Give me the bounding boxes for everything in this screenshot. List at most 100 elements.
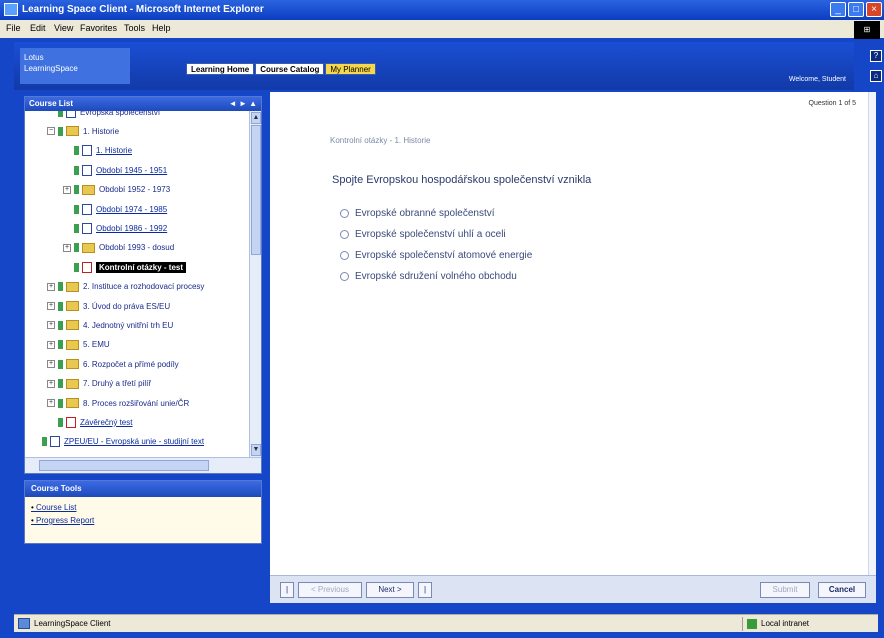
tab-course-catalog[interactable]: Course Catalog — [255, 63, 325, 75]
course-tools-panel: Course Tools Course List Progress Report — [24, 480, 262, 544]
tree-item-label[interactable]: 1. Historie — [96, 146, 132, 155]
expand-icon[interactable]: + — [63, 185, 71, 194]
expand-icon[interactable]: + — [63, 243, 71, 252]
next-button[interactable]: Next > — [366, 582, 414, 598]
welcome-text: Welcome, Student — [788, 76, 846, 83]
security-zone: Local intranet — [742, 617, 822, 631]
panel-controls[interactable]: ◄ ► ▲ — [229, 97, 257, 111]
scroll-down-arrow-icon[interactable]: ▼ — [251, 444, 261, 456]
horizontal-scrollbar[interactable] — [25, 457, 261, 473]
status-indicator-icon — [58, 340, 63, 350]
tree-item[interactable]: Kontrolní otázky - test — [63, 258, 187, 276]
cancel-button[interactable]: Cancel — [818, 582, 866, 598]
tree-item[interactable]: 1. Historie — [63, 142, 132, 160]
radio-button[interactable] — [340, 230, 349, 239]
tree-item[interactable]: Období 1974 - 1985 — [63, 200, 167, 218]
help-icon[interactable]: ? — [870, 50, 882, 62]
answer-option[interactable]: Evropské obranné společenství — [340, 208, 495, 219]
tree-item-label[interactable]: Závěrečný test — [80, 418, 132, 427]
tree-item[interactable]: + Období 1993 - dosud — [63, 239, 174, 257]
tree-item-label[interactable]: Období 1993 - dosud — [99, 243, 174, 252]
expand-icon[interactable]: + — [47, 360, 55, 369]
tree-item-label[interactable]: 6. Rozpočet a přímé podíly — [83, 360, 179, 369]
answer-option[interactable]: Evropské společenství atomové energie — [340, 250, 532, 261]
folder-icon — [82, 184, 95, 195]
tree-item[interactable]: Období 1945 - 1951 — [63, 161, 167, 179]
logo-line-1: Lotus — [24, 53, 44, 62]
status-indicator-icon — [58, 301, 63, 311]
vertical-scrollbar[interactable]: ▲ ▼ — [249, 111, 261, 457]
tree-item-label[interactable]: 1. Historie — [83, 127, 119, 136]
tree-item-label[interactable]: Období 1974 - 1985 — [96, 205, 167, 214]
expand-icon[interactable]: + — [47, 302, 55, 310]
tree-item[interactable]: +2. Instituce a rozhodovací procesy — [47, 278, 204, 296]
radio-button[interactable] — [340, 251, 349, 260]
tree-item-label[interactable]: 8. Proces rozšiřování unie/ČR — [83, 399, 189, 408]
expand-icon[interactable]: + — [47, 340, 55, 349]
tree-item-label[interactable]: Období 1945 - 1951 — [96, 166, 167, 175]
tree-item-label[interactable]: 4. Jednotný vnitřní trh EU — [83, 321, 173, 330]
last-page-icon[interactable]: | — [418, 582, 432, 598]
tree-item[interactable]: +5. EMU — [47, 336, 110, 354]
expand-icon[interactable]: + — [47, 282, 55, 291]
expand-icon[interactable]: + — [47, 379, 55, 388]
menu-help[interactable]: Help — [152, 23, 171, 33]
menu-view[interactable]: View — [54, 23, 73, 33]
tree-item[interactable]: Evropská společenství — [47, 111, 160, 121]
previous-button[interactable]: < Previous — [298, 582, 362, 598]
tab-learning-home[interactable]: Learning Home — [186, 63, 255, 75]
tree-item[interactable]: ZPEU/EU - Evropská unie - studijní text — [31, 433, 204, 451]
tree-item[interactable]: +8. Proces rozšiřování unie/ČR — [47, 394, 189, 412]
tree-item-label[interactable]: 3. Úvod do práva ES/EU — [83, 302, 170, 311]
course-list-link[interactable]: Course List — [31, 501, 255, 514]
tree-item-label[interactable]: Období 1986 - 1992 — [96, 224, 167, 233]
folder-icon — [66, 378, 79, 389]
tree-item[interactable]: +7. Druhý a třetí pilíř — [47, 375, 151, 393]
submit-button[interactable]: Submit — [760, 582, 810, 598]
question-number: Question 1 of 5 — [808, 100, 856, 107]
course-list-header: Course List ◄ ► ▲ — [25, 97, 261, 111]
title-bar: Learning Space Client - Microsoft Intern… — [0, 0, 884, 20]
tree-item-label[interactable]: 5. EMU — [83, 340, 110, 349]
tree-item[interactable]: Závěrečný test — [47, 413, 132, 431]
tree-item-label[interactable]: 7. Druhý a třetí pilíř — [83, 379, 151, 388]
maximize-button[interactable]: □ — [848, 2, 864, 17]
status-indicator-icon — [74, 185, 79, 195]
menu-tools[interactable]: Tools — [124, 23, 145, 33]
status-indicator-icon — [74, 243, 79, 253]
tree-item-label[interactable]: Období 1952 - 1973 — [99, 185, 170, 194]
collapse-icon[interactable]: − — [47, 127, 55, 136]
progress-report-link[interactable]: Progress Report — [31, 514, 255, 527]
content-scrollbar[interactable] — [868, 92, 876, 582]
tree-item[interactable]: − 1. Historie — [47, 122, 119, 140]
tree-item-label[interactable]: Kontrolní otázky - test — [96, 261, 187, 273]
minimize-button[interactable]: _ — [830, 2, 846, 17]
tree-item[interactable]: +3. Úvod do práva ES/EU — [47, 297, 170, 315]
close-button[interactable]: × — [866, 2, 882, 17]
tree-item-label[interactable]: ZPEU/EU - Evropská unie - studijní text — [64, 437, 204, 446]
answer-label: Evropské obranné společenství — [355, 208, 495, 219]
tree-item-label[interactable]: Evropská společenství — [80, 111, 160, 117]
answer-option[interactable]: Evropské sdružení volného obchodu — [340, 271, 517, 282]
course-list-panel: Course List ◄ ► ▲ Evropská společenství −… — [24, 96, 262, 474]
tab-my-planner[interactable]: My Planner — [325, 63, 376, 75]
hscroll-thumb[interactable] — [39, 460, 209, 471]
radio-button[interactable] — [340, 209, 349, 218]
tree-item[interactable]: +4. Jednotný vnitřní trh EU — [47, 316, 173, 334]
expand-icon[interactable]: + — [47, 399, 55, 407]
answer-option[interactable]: Evropské společenství uhlí a oceli — [340, 229, 506, 240]
scroll-up-arrow-icon[interactable]: ▲ — [251, 112, 261, 124]
tree-item[interactable]: + Období 1952 - 1973 — [63, 181, 170, 199]
menu-favorites[interactable]: Favorites — [80, 23, 117, 33]
home-icon[interactable]: ⌂ — [870, 70, 882, 82]
tree-item[interactable]: Období 1986 - 1992 — [63, 219, 167, 237]
course-list-title: Course List — [29, 99, 74, 108]
expand-icon[interactable]: + — [47, 321, 55, 330]
tree-item-label[interactable]: 2. Instituce a rozhodovací procesy — [83, 282, 204, 291]
first-page-icon[interactable]: | — [280, 582, 294, 598]
radio-button[interactable] — [340, 272, 349, 281]
menu-edit[interactable]: Edit — [30, 23, 46, 33]
tree-item[interactable]: +6. Rozpočet a přímé podíly — [47, 355, 179, 373]
scroll-thumb[interactable] — [251, 125, 261, 255]
menu-file[interactable]: File — [6, 23, 21, 33]
